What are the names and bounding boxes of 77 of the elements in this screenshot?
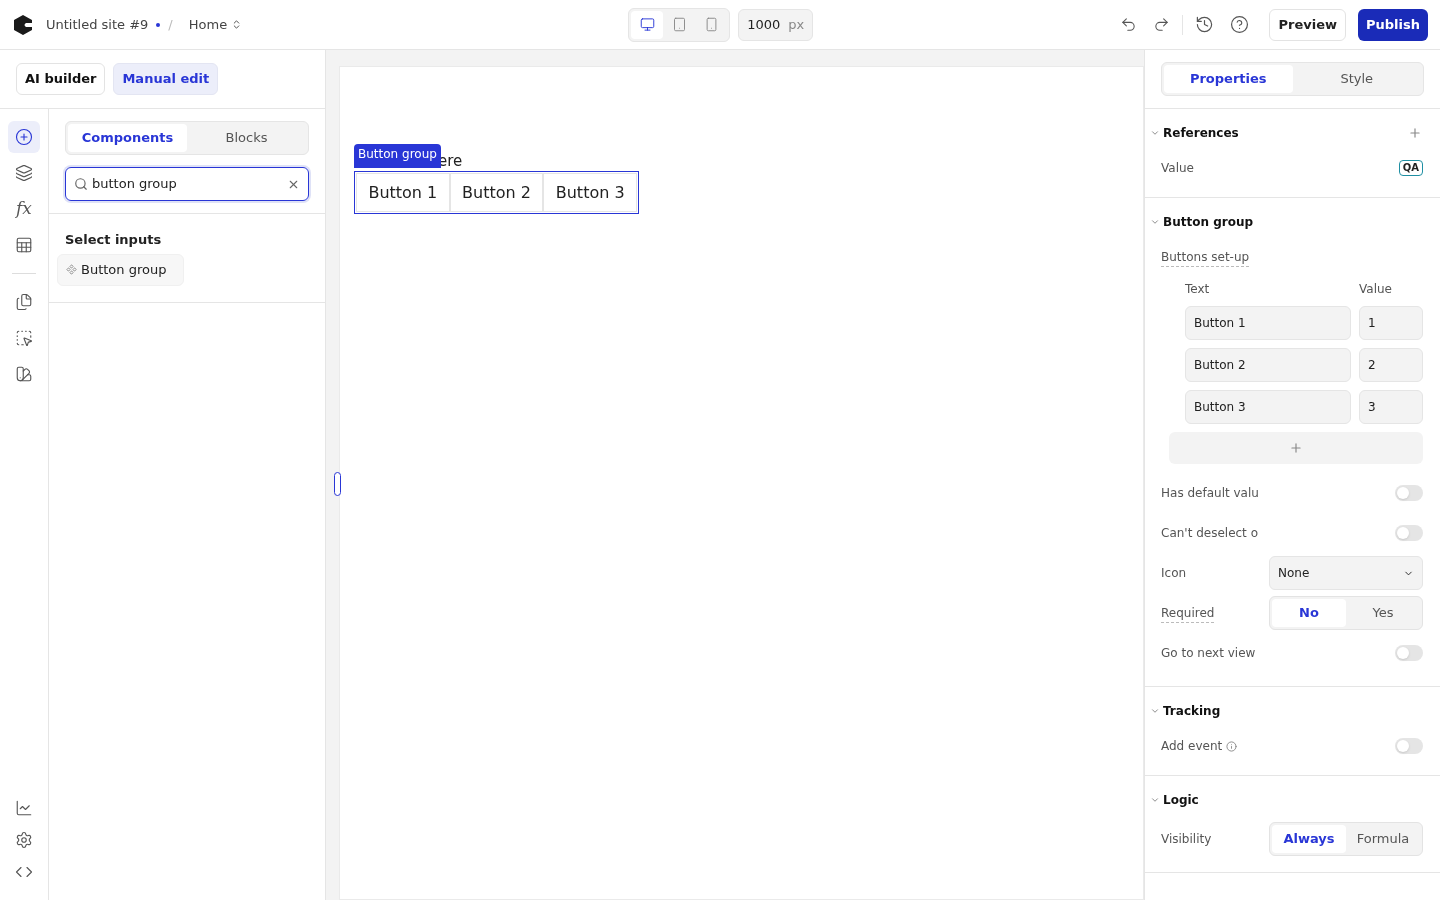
field-label: Add event	[1161, 738, 1223, 755]
field-label: Can't deselect o	[1161, 525, 1258, 542]
segment-option[interactable]: Yes	[1346, 599, 1420, 627]
section-title: Logic	[1163, 792, 1200, 809]
segment-option[interactable]: No	[1272, 599, 1346, 627]
icon-select[interactable]: None	[1269, 556, 1423, 590]
toggle-switch[interactable]	[1395, 738, 1423, 754]
swatch-icon	[15, 365, 33, 383]
component-icon	[66, 264, 77, 275]
setup-label: Buttons set-up	[1161, 248, 1250, 267]
section-title: References	[1163, 125, 1240, 142]
plus-icon	[1289, 441, 1303, 455]
formula-button-text[interactable]: fx	[8, 193, 40, 225]
section-heading: Select inputs	[64, 231, 163, 249]
selection-icon	[15, 329, 33, 347]
inspector-tab[interactable]: Style	[1292, 65, 1421, 93]
segment-option[interactable]: Always	[1272, 825, 1346, 853]
field-label: Required	[1161, 603, 1215, 623]
redo-icon[interactable]	[1153, 16, 1171, 33]
field-label: Visibility	[1161, 831, 1212, 848]
column-header: Value	[1359, 281, 1392, 298]
group-button[interactable]: Button 3	[543, 173, 637, 212]
search-icon	[74, 177, 88, 191]
settings-icon	[15, 831, 33, 849]
inspector-tab[interactable]: Properties	[1164, 65, 1293, 93]
group-button[interactable]: Button 1	[356, 173, 450, 212]
search-value: button group	[92, 175, 178, 194]
chart-icon	[15, 799, 33, 817]
value-input[interactable]: 3	[1359, 390, 1423, 424]
text-input[interactable]: Button 1	[1185, 306, 1351, 340]
add-button[interactable]	[8, 121, 40, 153]
help-icon[interactable]	[1230, 15, 1250, 34]
toggle-switch[interactable]	[1395, 645, 1423, 661]
library-tab[interactable]: Blocks	[187, 124, 306, 152]
publish-button[interactable]: Publish	[1358, 8, 1428, 41]
toggle-switch[interactable]	[1395, 485, 1423, 501]
value-input[interactable]: 1	[1359, 306, 1423, 340]
table-icon	[15, 236, 33, 254]
layers-icon	[15, 164, 33, 182]
info-icon[interactable]	[1226, 740, 1238, 752]
field-label: Has default valu	[1161, 485, 1259, 502]
preview-button[interactable]: Preview	[1269, 8, 1346, 41]
mode-tab[interactable]: Manual edit	[113, 63, 219, 95]
column-header: Text	[1185, 281, 1211, 298]
toggle-switch[interactable]	[1395, 525, 1423, 541]
undo-icon[interactable]	[1120, 16, 1138, 33]
section-title: Tracking	[1163, 703, 1222, 720]
text-input[interactable]: Button 3	[1185, 390, 1351, 424]
breadcrumb-separator: /	[168, 15, 173, 34]
history-icon[interactable]	[1195, 15, 1215, 34]
text-input[interactable]: Button 2	[1185, 348, 1351, 382]
search-field[interactable]: button group	[65, 167, 309, 201]
library-tab[interactable]: Components	[68, 124, 187, 152]
pages-icon	[15, 293, 33, 311]
field-label: Value	[1161, 160, 1195, 177]
width-value: 1000	[747, 15, 781, 34]
tablet-icon	[671, 17, 687, 32]
button-group[interactable]: Button 1 Button 2 Button 3	[354, 171, 639, 214]
desktop-icon	[639, 17, 655, 32]
site-name[interactable]: Untitled site #9	[46, 14, 149, 35]
page-selector[interactable]: Home	[188, 14, 243, 35]
field-label: Icon	[1161, 565, 1187, 582]
segment-option[interactable]: Formula	[1346, 825, 1420, 853]
logo-icon[interactable]	[12, 13, 34, 36]
add-icon	[15, 128, 33, 146]
reference-tag[interactable]: QA	[1398, 160, 1423, 176]
group-button[interactable]: Button 2	[449, 173, 544, 212]
value-input[interactable]: 2	[1359, 348, 1423, 382]
component-item[interactable]: Button group	[57, 253, 184, 286]
mobile-icon	[703, 17, 719, 32]
desktop-view-button[interactable]	[631, 10, 664, 39]
selection-label: Button group	[354, 144, 441, 168]
width-unit: px	[788, 15, 805, 34]
section-title: Button group	[1163, 214, 1254, 231]
field-label: Go to next view	[1161, 645, 1256, 662]
mode-tab[interactable]: AI builder	[16, 63, 106, 95]
width-field[interactable]: 1000 px	[738, 8, 814, 41]
